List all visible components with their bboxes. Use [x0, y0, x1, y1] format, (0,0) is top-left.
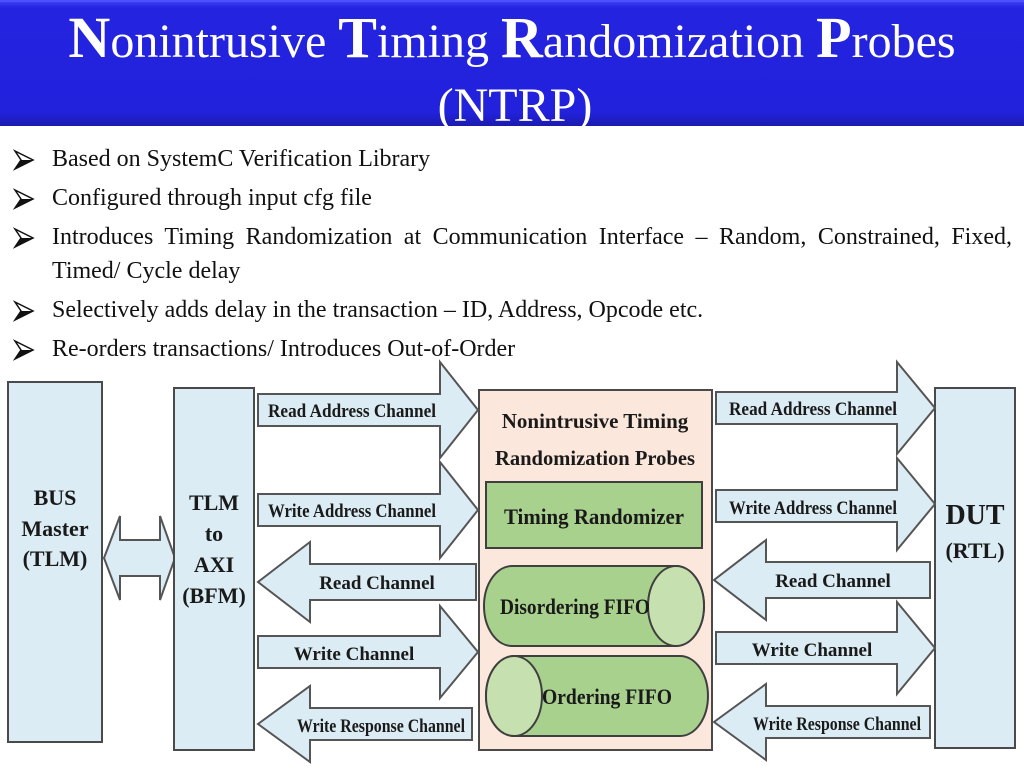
- channel-label: Read Channel: [775, 571, 891, 592]
- ntrp-title-line2: Randomization Probes: [495, 446, 695, 470]
- channel-arrow-left-write: Write Channel: [257, 603, 480, 701]
- bullet-text: Configured through input cfg file: [52, 185, 372, 211]
- title-initial-p: P: [816, 5, 852, 70]
- bullet-text: Introduces Timing Randomization at Commu…: [52, 224, 1012, 284]
- bus-master-label-line2: Master: [21, 516, 88, 541]
- bus-master-block: BUS Master (TLM): [7, 381, 103, 743]
- slide-title: Nonintrusive Timing Randomization Probes: [0, 8, 1024, 72]
- channel-arrow-right-write: Write Channel: [715, 599, 937, 697]
- bus-master-label-line1: BUS: [34, 485, 77, 510]
- title-word-rest: robes: [851, 15, 956, 68]
- channel-label: Read Channel: [319, 573, 435, 594]
- disordering-fifo-cylinder: Disordering FIFO: [483, 565, 705, 647]
- channel-label: Read Address Channel: [729, 399, 897, 420]
- timing-randomizer-block: Timing Randomizer: [485, 481, 703, 549]
- slide-subtitle-acronym: (NTRP): [437, 79, 593, 132]
- channel-label: Write Channel: [294, 644, 415, 665]
- ordering-fifo-cylinder: Ordering FIFO: [485, 655, 709, 737]
- ntrp-title-line1: Nonintrusive Timing: [502, 409, 689, 433]
- bullet-text: Based on SystemC Verification Library: [52, 146, 431, 172]
- arrowhead-bullet-icon: [12, 300, 35, 322]
- bfm-block: TLM to AXI (BFM): [173, 387, 255, 751]
- dut-block: DUT (RTL): [934, 387, 1016, 749]
- title-initial-n: N: [68, 5, 111, 70]
- ordering-fifo-label: Ordering FIFO: [542, 684, 672, 709]
- arrowhead-bullet-icon: [12, 188, 35, 210]
- channel-label: Write Address Channel: [268, 501, 436, 522]
- bfm-label-line4: (BFM): [182, 583, 246, 608]
- bfm-label-line1: TLM: [189, 490, 239, 515]
- arrowhead-bullet-icon: [12, 227, 35, 249]
- timing-randomizer-label: Timing Randomizer: [504, 504, 684, 529]
- title-initial-t: T: [338, 5, 377, 70]
- bus-master-label-line3: (TLM): [23, 546, 88, 571]
- channel-arrow-right-write-response: Write Response Channel: [712, 682, 931, 762]
- arrowhead-bullet-icon: [12, 149, 35, 171]
- title-bar: Nonintrusive Timing Randomization Probes…: [0, 0, 1024, 132]
- disordering-fifo-label: Disordering FIFO: [500, 594, 650, 619]
- title-word-rest: iming: [376, 15, 501, 68]
- channel-arrow-right-read-address: Read Address Channel: [715, 359, 937, 457]
- bidirectional-arrow-icon: [102, 515, 177, 601]
- ntrp-block-diagram: BUS Master (TLM) TLM to AXI (BFM) Nonint…: [7, 359, 1016, 764]
- title-word-rest: onintrusive: [110, 15, 339, 68]
- channel-label: Read Address Channel: [268, 401, 436, 422]
- channel-arrow-right-write-address: Write Address Channel: [715, 455, 937, 553]
- bfm-label-line3: AXI: [194, 552, 234, 577]
- channel-label: Write Address Channel: [729, 498, 897, 519]
- channel-label: Write Channel: [752, 640, 873, 661]
- bfm-label-line2: to: [205, 521, 223, 546]
- channel-label: Write Response Channel: [297, 716, 465, 737]
- ntrp-block: Nonintrusive Timing Randomization Probes…: [478, 389, 713, 751]
- bullet-text: Selectively adds delay in the transactio…: [52, 297, 704, 323]
- channel-label: Write Response Channel: [753, 714, 921, 735]
- channel-arrow-left-read-address: Read Address Channel: [257, 359, 480, 461]
- title-initial-r: R: [501, 5, 543, 70]
- title-word-rest: andomization: [542, 15, 817, 68]
- dut-label-line1: DUT: [945, 500, 1004, 531]
- dut-label-line2: (RTL): [945, 538, 1004, 563]
- channel-arrow-left-write-address: Write Address Channel: [257, 459, 480, 561]
